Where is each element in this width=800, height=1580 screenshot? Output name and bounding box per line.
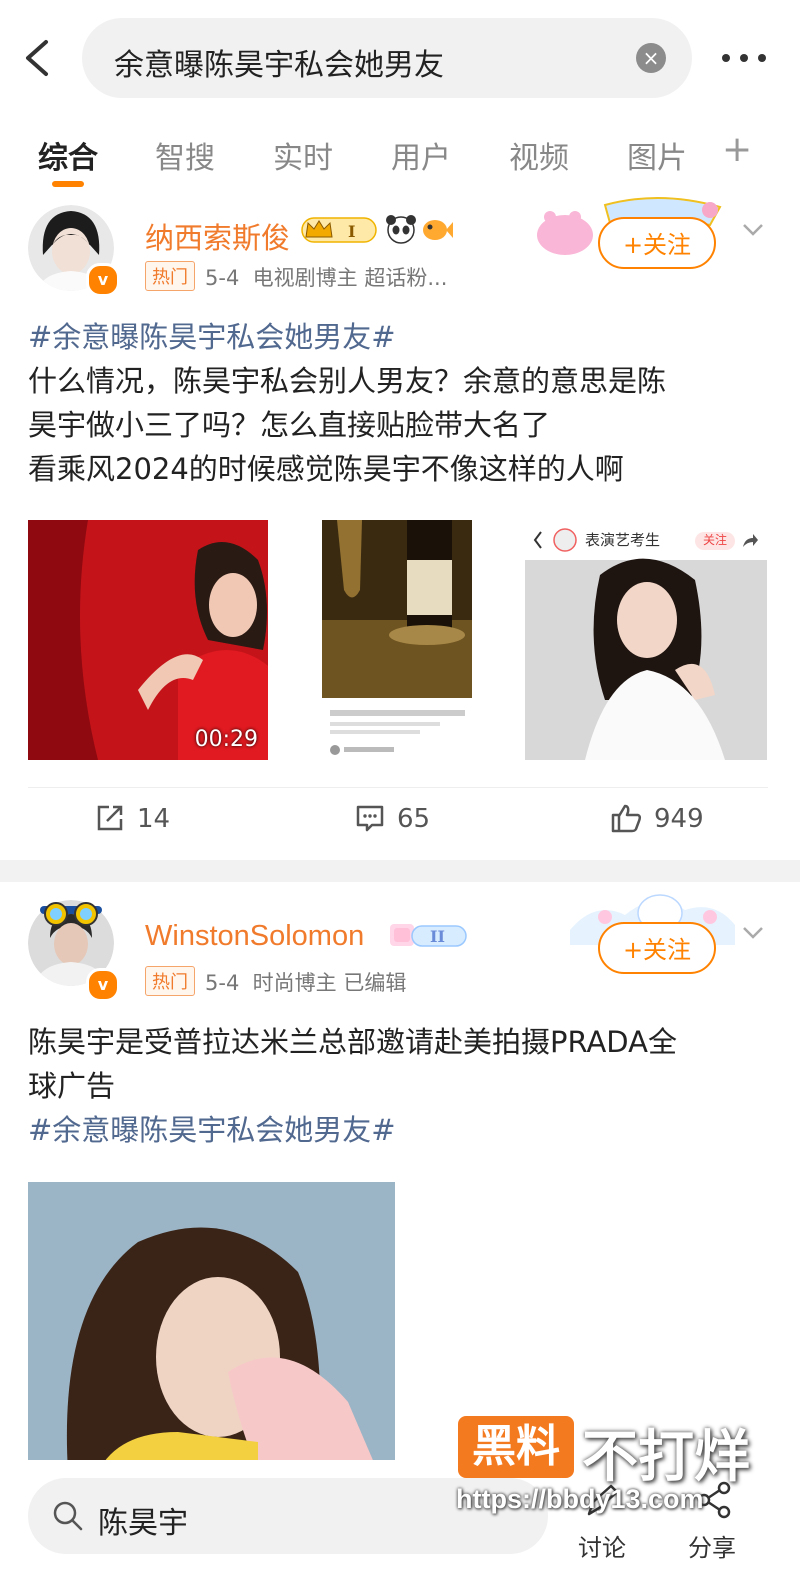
author-tags: 电视剧博主 超话粉... bbox=[252, 266, 448, 290]
search-icon bbox=[53, 1501, 83, 1531]
level-badge-icon: II bbox=[390, 924, 467, 947]
fish-icon bbox=[423, 220, 453, 240]
watermark-slogan: 不打烊 bbox=[582, 1425, 750, 1490]
video-duration: 00:29 bbox=[194, 727, 258, 752]
goggles-icon bbox=[40, 902, 102, 926]
post-text-line: 什么情况，陈昊宇私会别人男友？余意的意思是陈 bbox=[28, 364, 667, 398]
bottom-search-text: 陈昊宇 bbox=[98, 1506, 188, 1541]
verified-badge-icon: v bbox=[86, 263, 120, 297]
more-options-icon[interactable] bbox=[720, 46, 768, 70]
active-tab-indicator bbox=[52, 181, 84, 187]
post-text-line: 球广告 bbox=[28, 1069, 116, 1103]
discuss-label[interactable]: 讨论 bbox=[578, 1528, 626, 1563]
add-tab-icon[interactable]: + bbox=[722, 129, 752, 170]
post-date: 5-4 bbox=[205, 971, 240, 995]
post-text: #余意曝陈昊宇私会她男友# 什么情况，陈昊宇私会别人男友？余意的意思是陈 昊宇做… bbox=[28, 315, 768, 491]
tab-users[interactable]: 用户 bbox=[391, 133, 451, 177]
thumb-follow-label: 关注 bbox=[703, 533, 728, 547]
post-text-line: 陈昊宇是受普拉达米兰总部邀请赴美拍摄PRADA全 bbox=[28, 1025, 677, 1059]
watermark-brand: 黑料 bbox=[458, 1416, 574, 1478]
tab-realtime[interactable]: 实时 bbox=[273, 133, 333, 177]
hashtag-link[interactable]: #余意曝陈昊宇私会她男友# bbox=[28, 1108, 768, 1152]
repost-icon bbox=[97, 805, 123, 831]
tab-bar: 综合 智搜 实时 用户 视频 图片 + bbox=[0, 125, 800, 190]
back-arrow-icon[interactable] bbox=[20, 38, 56, 78]
post-text: 陈昊宇是受普拉达米兰总部邀请赴美拍摄PRADA全 球广告 #余意曝陈昊宇私会她男… bbox=[28, 1020, 768, 1152]
verified-badge-icon: v bbox=[86, 968, 120, 1002]
tab-comprehensive[interactable]: 综合 bbox=[38, 133, 98, 177]
repost-button[interactable]: 14 bbox=[95, 803, 170, 834]
follow-button[interactable]: +关注 bbox=[598, 217, 716, 269]
hashtag-link[interactable]: #余意曝陈昊宇私会她男友# bbox=[28, 315, 768, 359]
post-card: v WinstonSolomon II 热门 5-4 时尚博主 已编辑 +关注 陈… bbox=[0, 890, 800, 1472]
hot-badge: 热门 bbox=[145, 966, 195, 996]
chevron-down-icon[interactable] bbox=[742, 223, 764, 237]
post-meta: 热门 5-4 时尚博主 已编辑 bbox=[145, 966, 406, 997]
post-action-bar: 14 65 949 bbox=[0, 795, 800, 855]
image-thumbnail[interactable]: 表演艺考生 关注 bbox=[525, 520, 767, 760]
section-divider bbox=[0, 860, 800, 882]
close-icon[interactable]: × bbox=[636, 43, 666, 73]
tab-images[interactable]: 图片 bbox=[627, 133, 687, 177]
author-tags: 时尚博主 已编辑 bbox=[252, 971, 407, 995]
share-label[interactable]: 分享 bbox=[688, 1528, 736, 1563]
follow-button[interactable]: +关注 bbox=[598, 922, 716, 974]
svg-text:II: II bbox=[430, 927, 445, 946]
video-thumbnail[interactable]: 00:29 bbox=[28, 520, 268, 760]
post-date: 5-4 bbox=[205, 266, 240, 290]
comment-icon bbox=[356, 805, 384, 832]
repost-count: 14 bbox=[137, 804, 171, 834]
comment-button[interactable]: 65 bbox=[355, 803, 430, 834]
like-count: 949 bbox=[654, 804, 704, 834]
tab-videos[interactable]: 视频 bbox=[509, 133, 569, 177]
image-thumbnail[interactable] bbox=[28, 1182, 395, 1472]
username[interactable]: WinstonSolomon bbox=[145, 920, 364, 953]
post-text-line: 看乘风2024的时候感觉陈昊宇不像这样的人啊 bbox=[28, 452, 624, 486]
post-card: v 纳西索斯俊 I 热门 5-4 电视剧博主 超话粉... +关注 #余意曝陈昊宇… bbox=[0, 195, 800, 850]
username[interactable]: 纳西索斯俊 bbox=[145, 215, 290, 257]
wine-bottle-image bbox=[322, 520, 472, 755]
svg-text:I: I bbox=[348, 222, 355, 241]
tab-smart-search[interactable]: 智搜 bbox=[155, 133, 215, 177]
panda-icon bbox=[386, 215, 416, 244]
chevron-down-icon[interactable] bbox=[742, 926, 764, 940]
watermark-url: https://bbdy13.com bbox=[456, 1484, 704, 1514]
search-input[interactable]: 余意曝陈昊宇私会她男友 × bbox=[82, 18, 692, 98]
share-arrow-icon bbox=[743, 534, 758, 547]
thumbs-up-icon bbox=[611, 804, 642, 833]
portrait-image bbox=[525, 520, 767, 760]
search-query: 余意曝陈昊宇私会她男友 bbox=[114, 48, 444, 83]
post-text-line: 昊宇做小三了吗？怎么直接贴脸带大名了 bbox=[28, 408, 551, 442]
thumb-header-title: 表演艺考生 bbox=[585, 531, 661, 549]
post-meta: 热门 5-4 电视剧博主 超话粉... bbox=[145, 261, 447, 292]
crown-level-badge-icon: I bbox=[301, 217, 377, 243]
comment-count: 65 bbox=[397, 804, 431, 834]
hot-badge: 热门 bbox=[145, 261, 195, 291]
divider-line bbox=[28, 787, 768, 788]
watermark: 黑料 不打烊 https://bbdy13.com bbox=[452, 1410, 792, 1530]
top-bar: 余意曝陈昊宇私会她男友 × bbox=[0, 0, 800, 115]
portrait-image bbox=[28, 1182, 395, 1472]
video-frame-image bbox=[28, 520, 268, 760]
like-button[interactable]: 949 bbox=[610, 803, 704, 834]
image-thumbnail[interactable] bbox=[322, 520, 472, 760]
